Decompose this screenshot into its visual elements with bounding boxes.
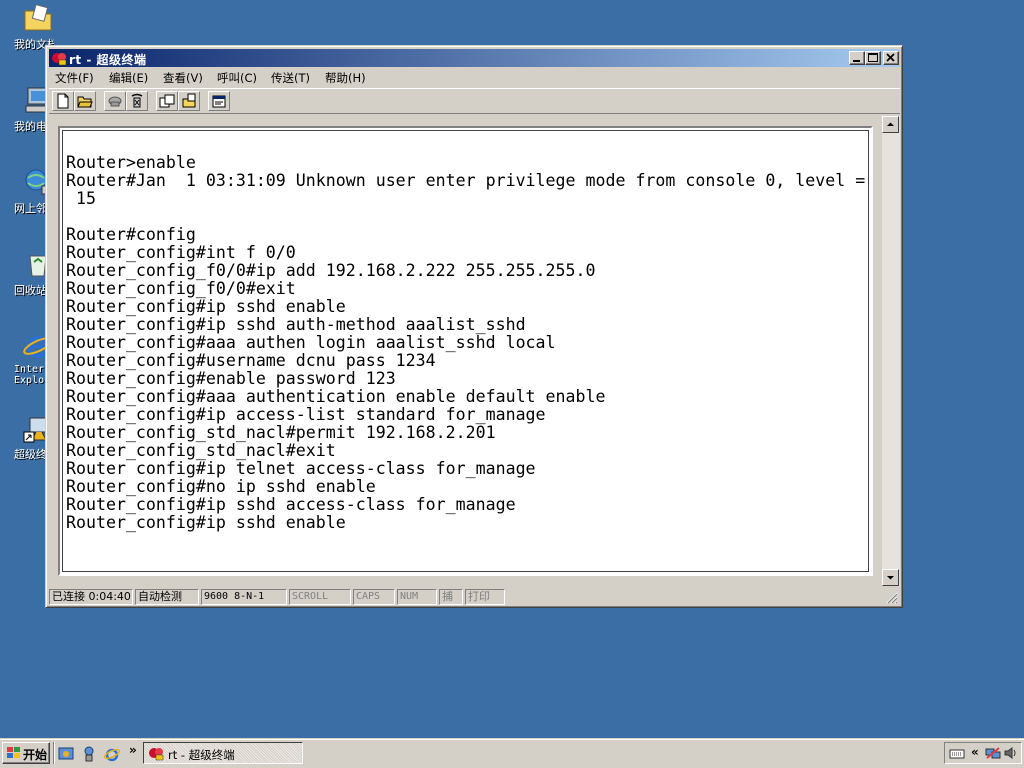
disconnect-button[interactable] — [126, 91, 148, 111]
taskbar-button-hyperterminal[interactable]: rt - 超级终端 — [143, 742, 303, 764]
menu-file[interactable]: 文件(F) — [55, 70, 94, 86]
status-auto-detect: 自动检测 — [135, 589, 199, 605]
terminal-line: 15 — [66, 189, 96, 208]
terminal-area[interactable]: Router>enable Router#Jan 1 03:31:09 Unkno… — [62, 130, 869, 572]
status-scroll: SCROLL — [289, 589, 351, 605]
menu-bar: 文件(F) 编辑(E) 查看(V) 呼叫(C) 传送(T) 帮助(H) — [49, 68, 900, 87]
keyboard-icon[interactable] — [949, 745, 965, 761]
taskbar-button-label: rt - 超级终端 — [168, 748, 235, 762]
network-status-icon[interactable] — [985, 745, 1001, 761]
terminal-line: Router_config#enable password 123 — [66, 369, 396, 388]
menu-edit[interactable]: 编辑(E) — [109, 70, 148, 86]
tray-chevron[interactable]: « — [971, 745, 979, 759]
taskbar-separator — [53, 742, 55, 764]
show-desktop-icon[interactable] — [57, 745, 75, 763]
send-button[interactable] — [156, 91, 178, 111]
hyperterminal-app-icon[interactable] — [51, 50, 67, 66]
toolbar — [49, 88, 900, 114]
menu-view[interactable]: 查看(V) — [163, 70, 203, 86]
terminal-line: Router_config#ip access-list standard fo… — [66, 405, 546, 424]
properties-icon — [212, 95, 226, 108]
maximize-button[interactable] — [865, 51, 881, 65]
window-title: rt - 超级终端 — [69, 53, 147, 67]
terminal-line: Router_config#no ip sshd enable — [66, 477, 376, 496]
status-capture: 捕 — [439, 589, 463, 605]
vertical-scrollbar[interactable] — [882, 116, 900, 586]
terminal-line: Router_config#int f 0/0 — [66, 243, 296, 262]
terminal-line: Router config#ip telnet access-class for… — [66, 459, 536, 478]
hyperterminal-window: rt - 超级终端 文件(F) 编辑(E) 查看(V) 呼叫(C) 传送(T) … — [45, 45, 903, 608]
taskbar: 开始 » rt - 超级终端 « — [0, 738, 1024, 768]
terminal-line: Router#Jan 1 03:31:09 Unknown user enter… — [66, 171, 866, 190]
title-bar[interactable]: rt - 超级终端 — [49, 49, 900, 67]
terminal-line: Router_config#ip sshd access-class for_m… — [66, 495, 516, 514]
dial-button[interactable] — [104, 91, 126, 111]
resize-grip-icon[interactable] — [886, 592, 898, 604]
terminal-line: Router_config#username dcnu pass 1234 — [66, 351, 436, 370]
terminal-line: Router_config#aaa authentication enable … — [66, 387, 606, 406]
terminal-output[interactable]: Router>enable Router#Jan 1 03:31:09 Unkno… — [66, 153, 868, 532]
status-connected: 已连接 0:04:40 — [49, 589, 133, 605]
properties-button[interactable] — [208, 91, 230, 111]
terminal-line: Router_config_std_nacl#exit — [66, 441, 336, 460]
folder-documents-icon — [24, 4, 52, 31]
volume-icon[interactable] — [1003, 745, 1019, 761]
status-port-settings: 9600 8-N-1 — [201, 589, 287, 605]
menu-transfer[interactable]: 传送(T) — [271, 70, 310, 86]
terminal-line: Router_config#ip sshd enable — [66, 297, 346, 316]
start-button[interactable]: 开始 — [2, 742, 50, 764]
quick-launch-chevron[interactable]: » — [129, 743, 137, 757]
system-tray: « — [944, 742, 1022, 764]
disconnect-icon — [131, 93, 143, 108]
minimize-icon — [853, 60, 860, 62]
scroll-down-button[interactable] — [882, 569, 899, 586]
send-icon — [159, 94, 175, 108]
new-icon — [57, 93, 69, 109]
arrow-up-icon — [887, 122, 894, 126]
terminal-line: Router>enable — [66, 153, 196, 172]
open-button[interactable] — [74, 91, 96, 111]
hyperterminal-task-icon — [149, 748, 164, 761]
status-bar: 已连接 0:04:40 自动检测 9600 8-N-1 SCROLL CAPS … — [49, 588, 900, 606]
terminal-line: Router_config#ip sshd auth-method aaalis… — [66, 315, 526, 334]
terminal-line: Router_config_std_nacl#permit 192.168.2.… — [66, 423, 496, 442]
menu-help[interactable]: 帮助(H) — [325, 70, 366, 86]
open-icon — [77, 96, 93, 108]
windows-logo-icon — [7, 747, 20, 758]
quick-launch-ie-icon[interactable] — [103, 745, 121, 763]
receive-button[interactable] — [178, 91, 200, 111]
start-label: 开始 — [23, 748, 48, 762]
close-icon — [886, 53, 895, 62]
terminal-line: Router_config_f0/0#ip add 192.168.2.222 … — [66, 261, 596, 280]
menu-call[interactable]: 呼叫(C) — [217, 70, 257, 86]
minimize-button[interactable] — [849, 51, 865, 65]
close-button[interactable] — [883, 51, 899, 65]
terminal-line: Router_config#ip sshd enable — [66, 513, 346, 532]
terminal-line: Router#config — [66, 225, 196, 244]
maximize-icon — [868, 53, 878, 62]
status-caps: CAPS — [353, 589, 395, 605]
terminal-line: Router_config#aaa authen login aaalist_s… — [66, 333, 556, 352]
terminal-frame: Router>enable Router#Jan 1 03:31:09 Unkno… — [58, 126, 873, 576]
dial-icon — [108, 96, 122, 107]
arrow-down-icon — [887, 576, 894, 580]
receive-icon — [182, 93, 196, 108]
new-connection-button[interactable] — [52, 91, 74, 111]
status-print: 打印 — [465, 589, 505, 605]
terminal-line: Router_config_f0/0#exit — [66, 279, 296, 298]
status-num: NUM — [397, 589, 437, 605]
scroll-up-button[interactable] — [882, 116, 899, 133]
quick-launch-app-icon[interactable] — [80, 745, 98, 763]
